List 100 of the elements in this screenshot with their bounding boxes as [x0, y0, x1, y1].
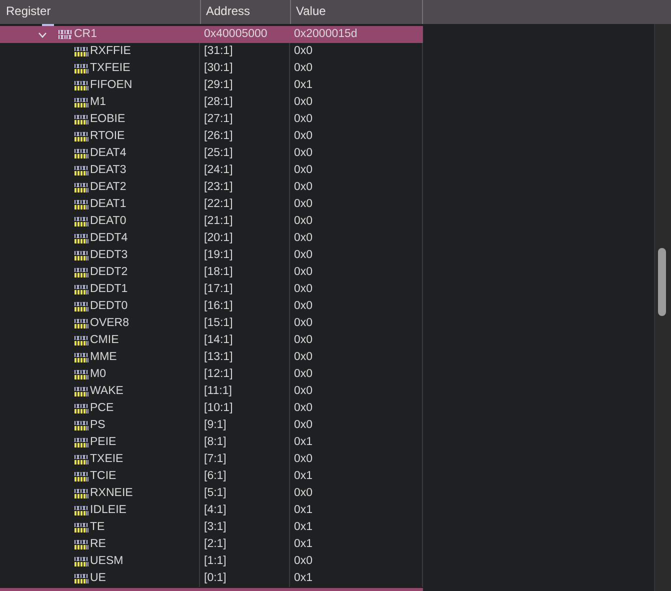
field-name: DEAT3: [90, 163, 126, 178]
field-icon: [74, 386, 89, 397]
field-name: TXFEIE: [90, 61, 130, 76]
field-name: RXNEIE: [90, 486, 133, 501]
field-name: M1: [90, 95, 106, 110]
field-value: 0x0: [294, 401, 313, 416]
field-value: 0x0: [294, 61, 313, 76]
field-value: 0x0: [294, 486, 313, 501]
field-value: 0x0: [294, 112, 313, 127]
bit-range: [16:1]: [204, 299, 233, 314]
field-icon: [74, 420, 89, 431]
field-icon: [74, 573, 89, 584]
field-name: DEAT2: [90, 180, 126, 195]
bit-range: [31:1]: [204, 44, 233, 59]
field-name: DEAT4: [90, 146, 126, 161]
field-name: CMIE: [90, 333, 119, 348]
field-value: 0x0: [294, 418, 313, 433]
field-icon: [74, 284, 89, 295]
field-icon: [74, 63, 89, 74]
field-icon: [74, 454, 89, 465]
bit-range: [5:1]: [204, 486, 226, 501]
field-name: FIFOEN: [90, 78, 132, 93]
field-name: DEAT1: [90, 197, 126, 212]
field-value: 0x0: [294, 163, 313, 178]
field-icon: [74, 165, 89, 176]
register-name: CR1: [74, 27, 98, 42]
field-name: RXFFIE: [90, 44, 131, 59]
field-icon: [74, 114, 89, 125]
bit-range: [0:1]: [204, 571, 226, 586]
bit-range: [10:1]: [204, 401, 233, 416]
bit-range: [30:1]: [204, 61, 233, 76]
register-address: 0x40005000: [204, 27, 268, 42]
bit-range: [21:1]: [204, 214, 233, 229]
field-name: TE: [90, 520, 105, 535]
bit-range: [12:1]: [204, 367, 233, 382]
field-icon: [74, 97, 89, 108]
field-name: PS: [90, 418, 106, 433]
bit-range: [4:1]: [204, 503, 226, 518]
field-value: 0x0: [294, 299, 313, 314]
field-value: 0x1: [294, 571, 313, 586]
bit-range: [1:1]: [204, 554, 226, 569]
field-name: DEDT0: [90, 299, 128, 314]
bit-range: [23:1]: [204, 180, 233, 195]
field-value: 0x0: [294, 452, 313, 467]
field-name: IDLEIE: [90, 503, 126, 518]
field-name: TCIE: [90, 469, 116, 484]
bit-range: [13:1]: [204, 350, 233, 365]
bit-range: [3:1]: [204, 520, 226, 535]
field-icon: [74, 505, 89, 516]
bit-range: [11:1]: [204, 384, 232, 399]
field-value: 0x0: [294, 316, 313, 331]
bit-range: [26:1]: [204, 129, 233, 144]
field-value: 0x0: [294, 350, 313, 365]
field-name: UESM: [90, 554, 124, 569]
field-icon: [74, 267, 89, 278]
field-value: 0x0: [294, 554, 313, 569]
bit-range: [9:1]: [204, 418, 226, 433]
field-name: UE: [90, 571, 106, 586]
field-value: 0x1: [294, 435, 313, 450]
field-icon: [74, 488, 89, 499]
field-value: 0x0: [294, 265, 313, 280]
field-icon: [74, 46, 89, 57]
field-name: OVER8: [90, 316, 129, 331]
field-name: MME: [90, 350, 117, 365]
field-icon: [74, 131, 89, 142]
field-name: PCE: [90, 401, 114, 416]
bit-range: [19:1]: [204, 248, 233, 263]
field-icon: [74, 148, 89, 159]
bit-range: [29:1]: [204, 78, 233, 93]
bit-range: [18:1]: [204, 265, 233, 280]
field-icon: [74, 199, 89, 210]
bit-range: [20:1]: [204, 231, 233, 246]
field-icon: [74, 318, 89, 329]
field-icon: [74, 539, 89, 550]
field-name: DEAT0: [90, 214, 126, 229]
bit-range: [14:1]: [204, 333, 233, 348]
field-value: 0x0: [294, 180, 313, 195]
field-icon: [74, 182, 89, 193]
field-value: 0x1: [294, 78, 313, 93]
field-icon: [74, 369, 89, 380]
field-icon: [74, 437, 89, 448]
field-value: 0x0: [294, 367, 313, 382]
field-value: 0x0: [294, 129, 313, 144]
bit-range: [25:1]: [204, 146, 233, 161]
field-value: 0x0: [294, 214, 313, 229]
chevron-icon[interactable]: [38, 32, 47, 38]
scrollbar-thumb[interactable]: [658, 248, 666, 316]
bit-range: [27:1]: [204, 112, 233, 127]
register-value: 0x2000015d: [294, 27, 358, 42]
register-row[interactable]: CR1 0x40005000 0x2000015d: [0, 26, 423, 43]
field-value: 0x0: [294, 146, 313, 161]
field-icon: [74, 403, 89, 414]
field-name: M0: [90, 367, 106, 382]
bit-range: [22:1]: [204, 197, 233, 212]
field-icon: [74, 250, 89, 261]
field-value: 0x0: [294, 384, 313, 399]
field-value: 0x0: [294, 248, 313, 263]
field-name: DEDT1: [90, 282, 128, 297]
field-name: TXEIE: [90, 452, 124, 467]
bit-range: [6:1]: [204, 469, 226, 484]
